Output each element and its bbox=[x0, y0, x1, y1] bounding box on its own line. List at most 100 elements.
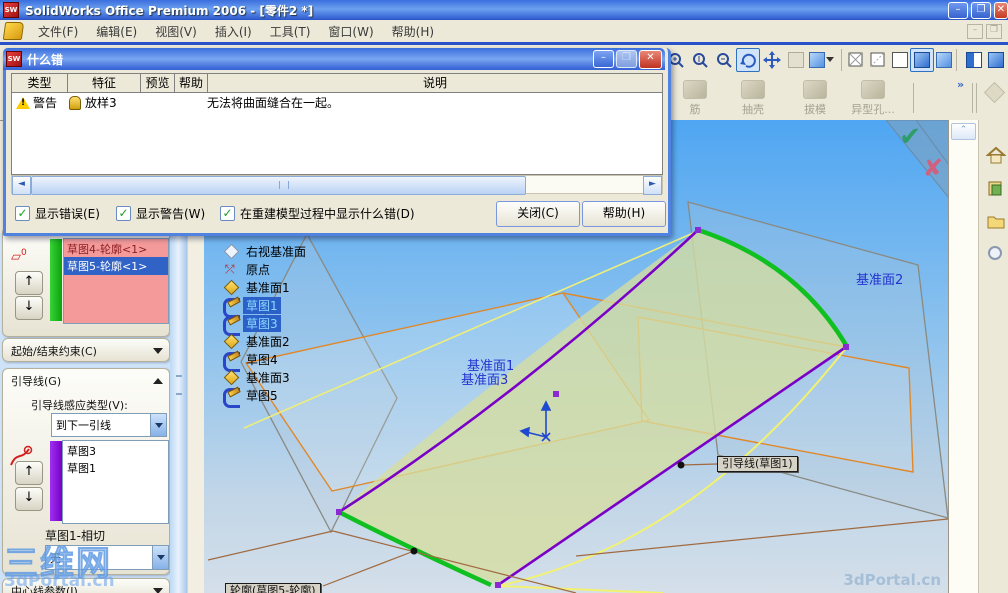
menu-help[interactable]: 帮助(H) bbox=[383, 21, 443, 42]
profile-item-selected[interactable]: 草图5-轮廓<1> bbox=[64, 257, 168, 275]
loft-feature-icon bbox=[69, 95, 81, 110]
scroll-track[interactable] bbox=[526, 176, 643, 193]
confirm-ok-icon[interactable]: ✔ bbox=[899, 122, 921, 152]
tree-item-sketch3[interactable]: 草图3 bbox=[223, 314, 309, 336]
checkbox-checked-icon[interactable]: ✓ bbox=[15, 206, 30, 221]
dialog-help-button[interactable]: 帮助(H) bbox=[582, 201, 666, 227]
zoom-in-out-icon[interactable] bbox=[689, 49, 711, 71]
section-cube-icon[interactable] bbox=[985, 49, 1007, 71]
show-warnings-checkbox[interactable]: ✓ 显示警告(W) bbox=[116, 205, 205, 222]
sketch-icon bbox=[223, 314, 241, 336]
scroll-thumb[interactable] bbox=[31, 176, 526, 195]
warning-icon bbox=[16, 96, 30, 109]
combo-arrow-icon[interactable] bbox=[152, 546, 168, 569]
col-description[interactable]: 说明 bbox=[208, 74, 662, 92]
sketch-icon bbox=[223, 350, 241, 372]
guide-down-button[interactable]: ↓ bbox=[15, 487, 43, 511]
section-view-icon[interactable] bbox=[963, 49, 985, 71]
dialog-titlebar[interactable]: SW 什么错 – ❐ ✕ bbox=[3, 48, 665, 70]
menu-tools[interactable]: 工具(T) bbox=[261, 21, 320, 42]
col-type[interactable]: 类型 bbox=[12, 74, 68, 92]
guide-item[interactable]: 草图3 bbox=[63, 441, 168, 459]
child-restore-button[interactable]: ❐ bbox=[986, 23, 1002, 39]
tree-item-plane1[interactable]: 基准面1 bbox=[223, 278, 309, 296]
pan-icon[interactable] bbox=[761, 49, 783, 71]
tree-item-sketch4[interactable]: 草图4 bbox=[223, 350, 309, 372]
confirm-cancel-icon[interactable]: ✘ bbox=[923, 154, 943, 182]
guide-item[interactable]: 草图1 bbox=[63, 459, 168, 477]
start-end-constraints-group[interactable]: 起始/结束约束(C) bbox=[2, 338, 170, 362]
shaded-view-icon[interactable] bbox=[933, 49, 955, 71]
hole-wizard-button[interactable]: 异型孔... bbox=[844, 80, 902, 118]
search-circle-icon[interactable] bbox=[986, 244, 1006, 264]
guide-point-marker[interactable] bbox=[677, 461, 685, 469]
splitter-grip[interactable] bbox=[176, 375, 182, 395]
guide-type-combo[interactable]: 到下一引线 bbox=[51, 413, 167, 437]
standard-views-icon[interactable] bbox=[785, 49, 807, 71]
view-orientation-icon[interactable] bbox=[806, 49, 828, 71]
restore-button[interactable]: ❐ bbox=[971, 1, 991, 19]
wireframe-view-icon[interactable] bbox=[845, 49, 867, 71]
move-down-button[interactable]: ↓ bbox=[15, 296, 43, 320]
dialog-close-button[interactable]: 关闭(C) bbox=[496, 201, 580, 227]
design-library-icon[interactable] bbox=[986, 178, 1006, 198]
guide-callout[interactable]: 引导线(草图1) bbox=[717, 456, 798, 472]
move-up-button[interactable]: ↑ bbox=[15, 271, 43, 295]
scroll-right-icon[interactable]: ► bbox=[643, 176, 662, 195]
menu-edit[interactable]: 编辑(E) bbox=[87, 21, 146, 42]
guide-up-button[interactable]: ↑ bbox=[15, 461, 43, 485]
guide-listbox[interactable]: 草图3 草图1 bbox=[62, 440, 169, 524]
hole-wizard-icon bbox=[861, 80, 885, 99]
profile-item[interactable]: 草图4-轮廓<1> bbox=[64, 239, 168, 257]
col-feature[interactable]: 特征 bbox=[68, 74, 141, 92]
table-header: 类型 特征 预览 帮助 说明 bbox=[12, 74, 662, 93]
draft-button[interactable]: 拔模 bbox=[786, 80, 844, 118]
child-minimize-button[interactable]: – bbox=[967, 23, 983, 39]
error-row[interactable]: 警告 放样3 无法将曲面缝合在一起。 bbox=[12, 93, 662, 112]
menu-file[interactable]: 文件(F) bbox=[29, 21, 87, 42]
close-button[interactable]: ✕ bbox=[994, 1, 1008, 19]
shaded-with-edges-icon[interactable] bbox=[910, 48, 934, 72]
show-errors-checkbox[interactable]: ✓ 显示错误(E) bbox=[15, 205, 100, 222]
tree-item-origin[interactable]: ⤱ 原点 bbox=[223, 260, 309, 278]
hidden-lines-visible-icon[interactable] bbox=[867, 49, 889, 71]
hidden-lines-removed-icon[interactable] bbox=[889, 49, 911, 71]
profiles-color-bar bbox=[50, 239, 62, 321]
centerline-group[interactable]: 中心线参数(I) bbox=[2, 578, 170, 593]
menu-view[interactable]: 视图(V) bbox=[146, 21, 206, 42]
tree-item-sketch5[interactable]: 草图5 bbox=[223, 386, 309, 408]
checkbox-checked-icon[interactable]: ✓ bbox=[220, 206, 235, 221]
tree-item-plane3[interactable]: 基准面3 bbox=[223, 368, 309, 386]
reference-geometry-icon[interactable] bbox=[983, 81, 1006, 104]
plane-icon bbox=[223, 279, 240, 295]
toolbar-overflow-chevron[interactable]: » bbox=[957, 78, 964, 91]
show-on-rebuild-checkbox[interactable]: ✓ 在重建模型过程中显示什么错(D) bbox=[220, 205, 415, 222]
file-explorer-icon[interactable] bbox=[986, 211, 1006, 231]
dialog-close-icon[interactable]: ✕ bbox=[639, 49, 662, 69]
shell-button[interactable]: 抽壳 bbox=[724, 80, 782, 118]
rib-button[interactable]: 筋 bbox=[666, 80, 724, 118]
minimize-button[interactable]: – bbox=[948, 1, 968, 19]
rotate-view-icon[interactable] bbox=[736, 48, 760, 72]
dialog-minimize-button[interactable]: – bbox=[593, 50, 614, 68]
menu-window[interactable]: 窗口(W) bbox=[319, 21, 382, 42]
point-marker[interactable] bbox=[410, 547, 418, 555]
resources-home-icon[interactable] bbox=[985, 145, 1007, 165]
scroll-left-icon[interactable]: ◄ bbox=[12, 176, 31, 195]
tree-item-plane2[interactable]: 基准面2 bbox=[223, 332, 309, 350]
view-dropdown-caret[interactable] bbox=[826, 57, 834, 62]
tree-item-sketch1[interactable]: 草图1 bbox=[223, 296, 309, 318]
tree-item-right-plane[interactable]: 右视基准面 bbox=[223, 242, 309, 260]
checkbox-checked-icon[interactable]: ✓ bbox=[116, 206, 131, 221]
col-help[interactable]: 帮助 bbox=[175, 74, 208, 92]
zoom-fit-icon[interactable] bbox=[713, 49, 735, 71]
menu-insert[interactable]: 插入(I) bbox=[206, 21, 261, 42]
profiles-listbox[interactable]: 草图4-轮廓<1> 草图5-轮廓<1> bbox=[63, 238, 169, 324]
col-preview[interactable]: 预览 bbox=[141, 74, 175, 92]
combo-arrow-icon[interactable] bbox=[150, 414, 166, 436]
panel-splitter[interactable] bbox=[170, 233, 187, 593]
dialog-hscrollbar[interactable]: ◄ ► bbox=[11, 175, 663, 195]
profile-callout[interactable]: 轮廓(草图5-轮廓) bbox=[225, 583, 321, 593]
task-pane-collapse-button[interactable]: ⌃ bbox=[951, 123, 976, 140]
tangency-combo[interactable]: 无 bbox=[45, 545, 169, 570]
